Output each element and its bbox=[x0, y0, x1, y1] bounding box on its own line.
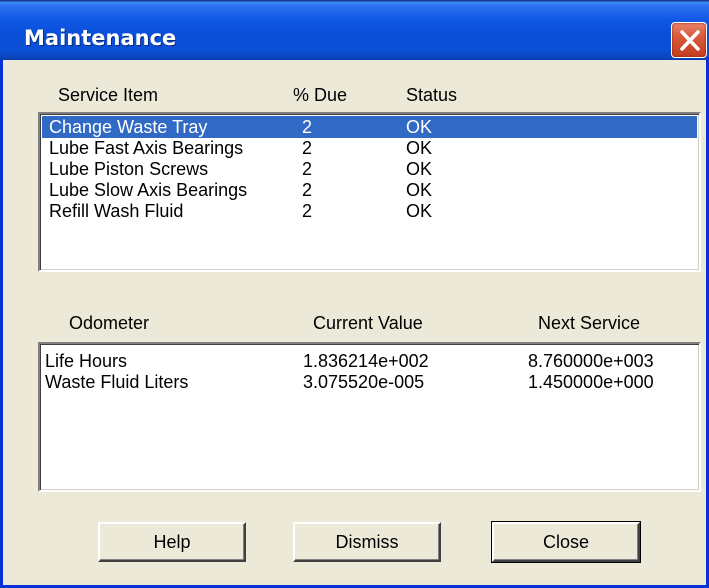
service-item-name: Change Waste Tray bbox=[49, 117, 208, 137]
window-title: Maintenance bbox=[24, 26, 177, 50]
odometer-row[interactable]: Life Hours 1.836214e+002 8.760000e+003 bbox=[42, 350, 697, 372]
service-item-percent-due: 2 bbox=[302, 159, 313, 179]
odometer-current-value: 3.075520e-005 bbox=[303, 372, 425, 392]
service-item-status: OK bbox=[406, 180, 433, 200]
help-button[interactable]: Help bbox=[98, 522, 246, 562]
title-bar[interactable]: Maintenance bbox=[0, 0, 709, 60]
dismiss-button[interactable]: Dismiss bbox=[293, 522, 441, 562]
close-icon bbox=[680, 30, 700, 51]
odometer-next-service: 1.450000e+000 bbox=[528, 372, 654, 392]
service-item-row[interactable]: Lube Slow Axis Bearings 2 OK bbox=[42, 179, 697, 201]
service-item-name: Lube Slow Axis Bearings bbox=[49, 180, 248, 200]
service-items-list[interactable]: Change Waste Tray 2 OK Lube Fast Axis Beari… bbox=[38, 112, 701, 272]
header-current-value: Current Value bbox=[313, 313, 423, 333]
service-item-row[interactable]: Refill Wash Fluid 2 OK bbox=[42, 200, 697, 222]
service-item-status: OK bbox=[406, 138, 433, 158]
header-status: Status bbox=[406, 85, 458, 105]
header-odometer: Odometer bbox=[69, 313, 150, 333]
odometer-row[interactable]: Waste Fluid Liters 3.075520e-005 1.450000e… bbox=[42, 371, 697, 393]
header-service-item: Service Item bbox=[58, 85, 159, 105]
service-item-row[interactable]: Lube Piston Screws 2 OK bbox=[42, 158, 697, 180]
close-button[interactable]: Close bbox=[491, 521, 641, 563]
service-item-name: Lube Fast Axis Bearings bbox=[49, 138, 244, 158]
service-item-status: OK bbox=[406, 201, 433, 221]
service-item-status: OK bbox=[406, 159, 433, 179]
service-item-name: Lube Piston Screws bbox=[49, 159, 209, 179]
close-window-button[interactable] bbox=[671, 22, 707, 58]
odometer-current-value: 1.836214e+002 bbox=[303, 351, 429, 371]
odometer-name: Waste Fluid Liters bbox=[45, 372, 189, 392]
service-item-name: Refill Wash Fluid bbox=[49, 201, 184, 221]
service-item-percent-due: 2 bbox=[302, 138, 313, 158]
service-item-percent-due: 2 bbox=[302, 117, 313, 137]
odometer-list[interactable]: Life Hours 1.836214e+002 8.760000e+003 Wast… bbox=[38, 342, 701, 492]
header-next-service: Next Service bbox=[538, 313, 641, 333]
header-percent-due: % Due bbox=[293, 85, 348, 105]
service-item-row[interactable]: Lube Fast Axis Bearings 2 OK bbox=[42, 137, 697, 159]
service-item-percent-due: 2 bbox=[302, 180, 313, 200]
service-item-percent-due: 2 bbox=[302, 201, 313, 221]
service-item-status: OK bbox=[406, 117, 433, 137]
service-item-row[interactable]: Change Waste Tray 2 OK bbox=[42, 116, 697, 138]
odometer-next-service: 8.760000e+003 bbox=[528, 351, 654, 371]
maintenance-window: Maintenance Service Item % Due Status Ch… bbox=[0, 0, 709, 588]
odometer-name: Life Hours bbox=[45, 351, 128, 371]
